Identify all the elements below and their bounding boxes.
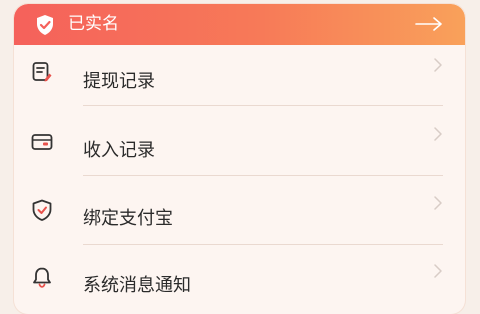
- menu-item-label: 系统消息通知: [83, 275, 191, 296]
- verification-banner[interactable]: 已实名: [14, 4, 465, 45]
- chevron-right-icon: [434, 127, 442, 141]
- wallet-card-icon: [31, 134, 53, 150]
- divider: [83, 244, 443, 245]
- shield-check-icon: [32, 199, 52, 221]
- chevron-right-icon: [434, 264, 442, 278]
- bell-icon: [33, 267, 51, 288]
- divider: [83, 175, 443, 176]
- chevron-right-icon: [434, 196, 442, 210]
- account-card: 已实名 提现记录 收入记录 绑定支付宝 系统消息通知: [14, 4, 465, 314]
- divider: [83, 105, 443, 106]
- menu-item-system-notifications[interactable]: 系统消息通知: [14, 252, 465, 314]
- menu-item-withdraw-record[interactable]: 提现记录: [14, 45, 465, 114]
- arrow-right-icon[interactable]: [415, 17, 443, 31]
- verification-status-label: 已实名: [68, 14, 119, 34]
- menu-item-label: 提现记录: [83, 71, 155, 92]
- menu-item-income-record[interactable]: 收入记录: [14, 114, 465, 183]
- withdraw-record-icon: [32, 62, 52, 82]
- menu-item-bind-alipay[interactable]: 绑定支付宝: [14, 183, 465, 252]
- chevron-right-icon: [434, 58, 442, 72]
- menu-item-label: 绑定支付宝: [83, 208, 173, 229]
- verified-shield-icon: [37, 15, 53, 35]
- menu-item-label: 收入记录: [83, 140, 155, 161]
